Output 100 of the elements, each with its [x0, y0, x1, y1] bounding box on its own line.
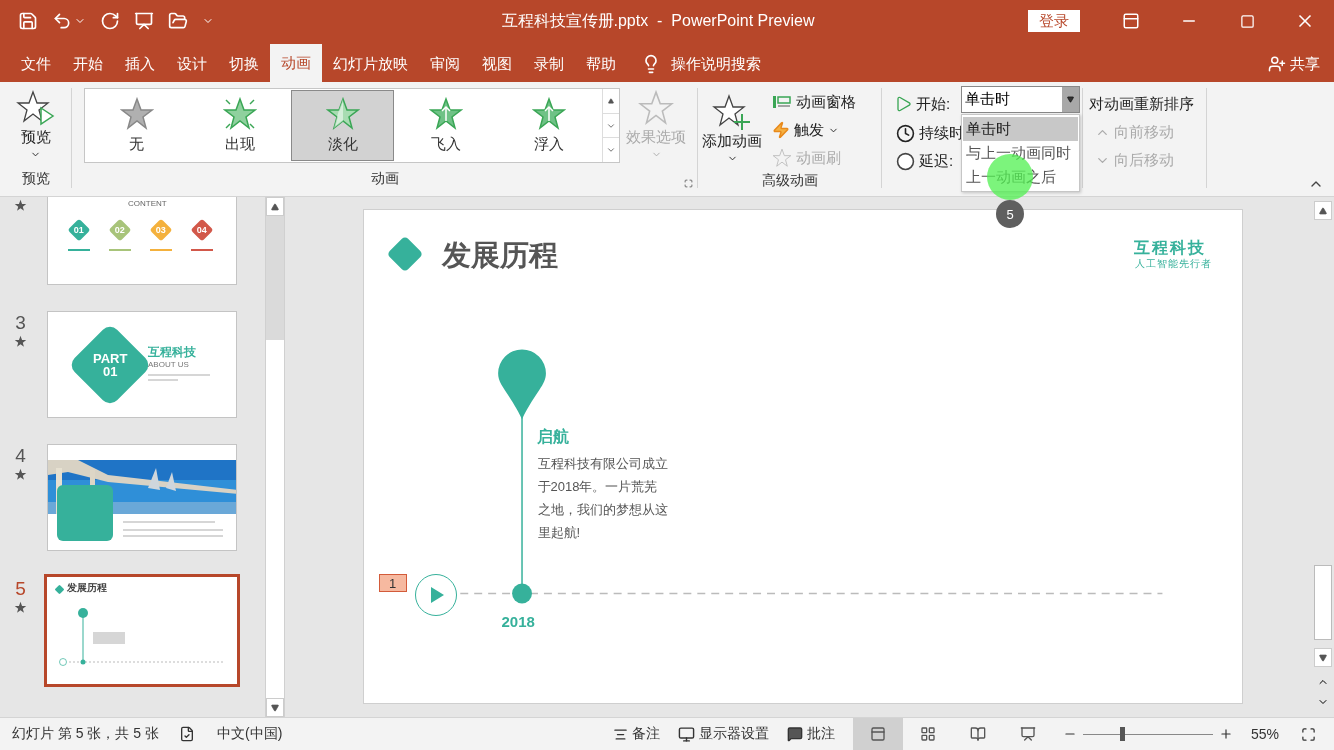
star-icon	[119, 97, 154, 131]
add-animation-button[interactable]: 添加动画	[698, 92, 766, 166]
advanced-animation-button[interactable]: 动画窗格	[772, 88, 856, 116]
tell-me-search[interactable]: 操作说明搜索	[671, 54, 761, 74]
maximize-icon[interactable]	[1239, 13, 1255, 29]
clock-icon	[896, 151, 915, 171]
event-title: 启航	[536, 427, 569, 447]
monitor-icon	[677, 725, 695, 743]
star-gear-icon	[638, 90, 674, 126]
star-play-icon	[15, 90, 56, 126]
scroll-up-icon[interactable]	[608, 97, 614, 104]
scroll-down-icon[interactable]	[271, 703, 279, 712]
slide-thumbnail[interactable]: PART 01 互程科技 ABOUT US	[47, 311, 237, 418]
scroll-thumb[interactable]	[266, 216, 284, 340]
event-text: 互程科技有限公司成立	[537, 455, 668, 473]
star-brush-icon	[772, 148, 792, 168]
folder-icon[interactable]	[168, 11, 188, 31]
ribbon-tab[interactable]: 开始	[62, 46, 114, 82]
animation-option[interactable]: 出现	[188, 90, 291, 161]
group-label: 高级动画	[761, 172, 818, 190]
number-badge: 04	[190, 218, 214, 242]
ribbon-tab[interactable]: 设计	[166, 46, 218, 82]
pane-icon	[772, 93, 792, 111]
animation-option[interactable]: 浮入	[497, 90, 600, 161]
ribbon-tab[interactable]: 插入	[114, 46, 166, 82]
caret-icon	[1067, 96, 1074, 103]
event-text: 里起航!	[537, 524, 581, 542]
preview-button[interactable]: 预览	[11, 88, 60, 162]
ribbon-tab[interactable]: 审阅	[419, 46, 471, 82]
zoom-in-icon[interactable]	[1218, 727, 1233, 741]
star-icon	[222, 97, 257, 131]
scroll-down-icon[interactable]	[1319, 653, 1327, 662]
share-button[interactable]: 共享	[1290, 54, 1320, 74]
event-text: 之地，我们的梦想从这	[537, 501, 668, 519]
ribbon-tab[interactable]: 文件	[10, 46, 62, 82]
window-title: 互程科技宣传册.pptx - PowerPoint Preview	[500, 10, 816, 31]
advanced-animation-button[interactable]: 触发	[772, 116, 856, 144]
lightning-icon	[772, 121, 790, 139]
year-label: 2018	[501, 613, 535, 630]
text-line	[68, 249, 90, 251]
ribbon-tab[interactable]: 幻灯片放映	[322, 46, 419, 82]
number-badge: 02	[108, 218, 132, 242]
ribbon-tab[interactable]: 帮助	[575, 46, 627, 82]
ribbon-tab[interactable]: 录制	[523, 46, 575, 82]
slideshow-icon[interactable]	[1019, 726, 1036, 742]
slide-counter: 幻灯片 第 5 张，共 5 张	[12, 725, 160, 743]
notes-button[interactable]: 备注	[612, 725, 660, 743]
ribbon-tab[interactable]: 视图	[471, 46, 523, 82]
clock-icon	[896, 123, 915, 143]
star-icon	[325, 97, 360, 131]
animation-option[interactable]: 无	[85, 90, 188, 161]
grid-view-icon[interactable]	[919, 726, 936, 742]
click-count-badge: 5	[996, 200, 1024, 228]
company-logo: 互程科技	[1133, 238, 1206, 258]
notes-icon	[612, 726, 628, 742]
undo-icon[interactable]	[52, 11, 72, 31]
login-button[interactable]: 登录	[1028, 10, 1080, 32]
number-badge: 03	[149, 218, 173, 242]
slide-number: 4	[15, 446, 26, 466]
dialog-launcher-icon[interactable]	[684, 179, 693, 188]
thumbnail-heading: 发展历程	[67, 583, 107, 593]
play-icon	[896, 96, 912, 112]
star-icon	[531, 97, 566, 131]
slide-number: 5	[15, 579, 26, 599]
ribbon-display-icon[interactable]	[1122, 12, 1140, 30]
slide-thumbnail[interactable]: 发展历程	[44, 574, 240, 687]
normal-view-icon[interactable]	[869, 726, 886, 742]
redo-icon[interactable]	[100, 11, 120, 31]
animation-option[interactable]: 飞入	[394, 90, 497, 161]
display-settings-button[interactable]: 显示器设置	[677, 725, 769, 743]
play-button[interactable]	[413, 573, 458, 617]
reading-view-icon[interactable]	[969, 726, 986, 742]
start-dropdown[interactable]: 单击时	[961, 86, 1080, 113]
ribbon-tab[interactable]: 动画	[270, 44, 322, 82]
fit-to-window-icon[interactable]	[1301, 726, 1316, 742]
slide-thumbnail[interactable]	[47, 444, 237, 551]
card-background	[57, 485, 113, 541]
scroll-up-icon[interactable]	[271, 202, 279, 211]
logo-tagline: 人工智能先行者	[1134, 257, 1212, 271]
thumbnail-heading: 互程科技	[148, 346, 196, 358]
animation-option[interactable]: 淡化	[291, 90, 394, 161]
thumbnail-subheading: ABOUT US	[148, 361, 189, 369]
ribbon-tab[interactable]: 切换	[218, 46, 270, 82]
language-indicator[interactable]: 中文(中国)	[217, 725, 283, 743]
slide-number: 3	[15, 313, 26, 333]
scroll-up-icon[interactable]	[1319, 206, 1327, 215]
user-icon	[1268, 55, 1286, 73]
comments-button[interactable]: 批注	[786, 725, 835, 743]
menu-option[interactable]: 单击时	[963, 117, 1078, 141]
scroll-thumb[interactable]	[1314, 565, 1332, 640]
zoom-level[interactable]: 55%	[1250, 726, 1279, 742]
save-icon[interactable]	[18, 11, 38, 31]
animation-tag: 1	[378, 574, 407, 592]
slide-thumbnail[interactable]: CONTENT 01 02 03 04	[47, 197, 237, 285]
presentation-icon[interactable]	[134, 11, 154, 31]
number-badge: 01	[67, 218, 91, 242]
text-line	[148, 379, 178, 381]
spelling-check-icon[interactable]	[179, 726, 196, 742]
event-text: 于2018年。一片荒芜	[537, 478, 658, 496]
text-line	[150, 249, 172, 251]
